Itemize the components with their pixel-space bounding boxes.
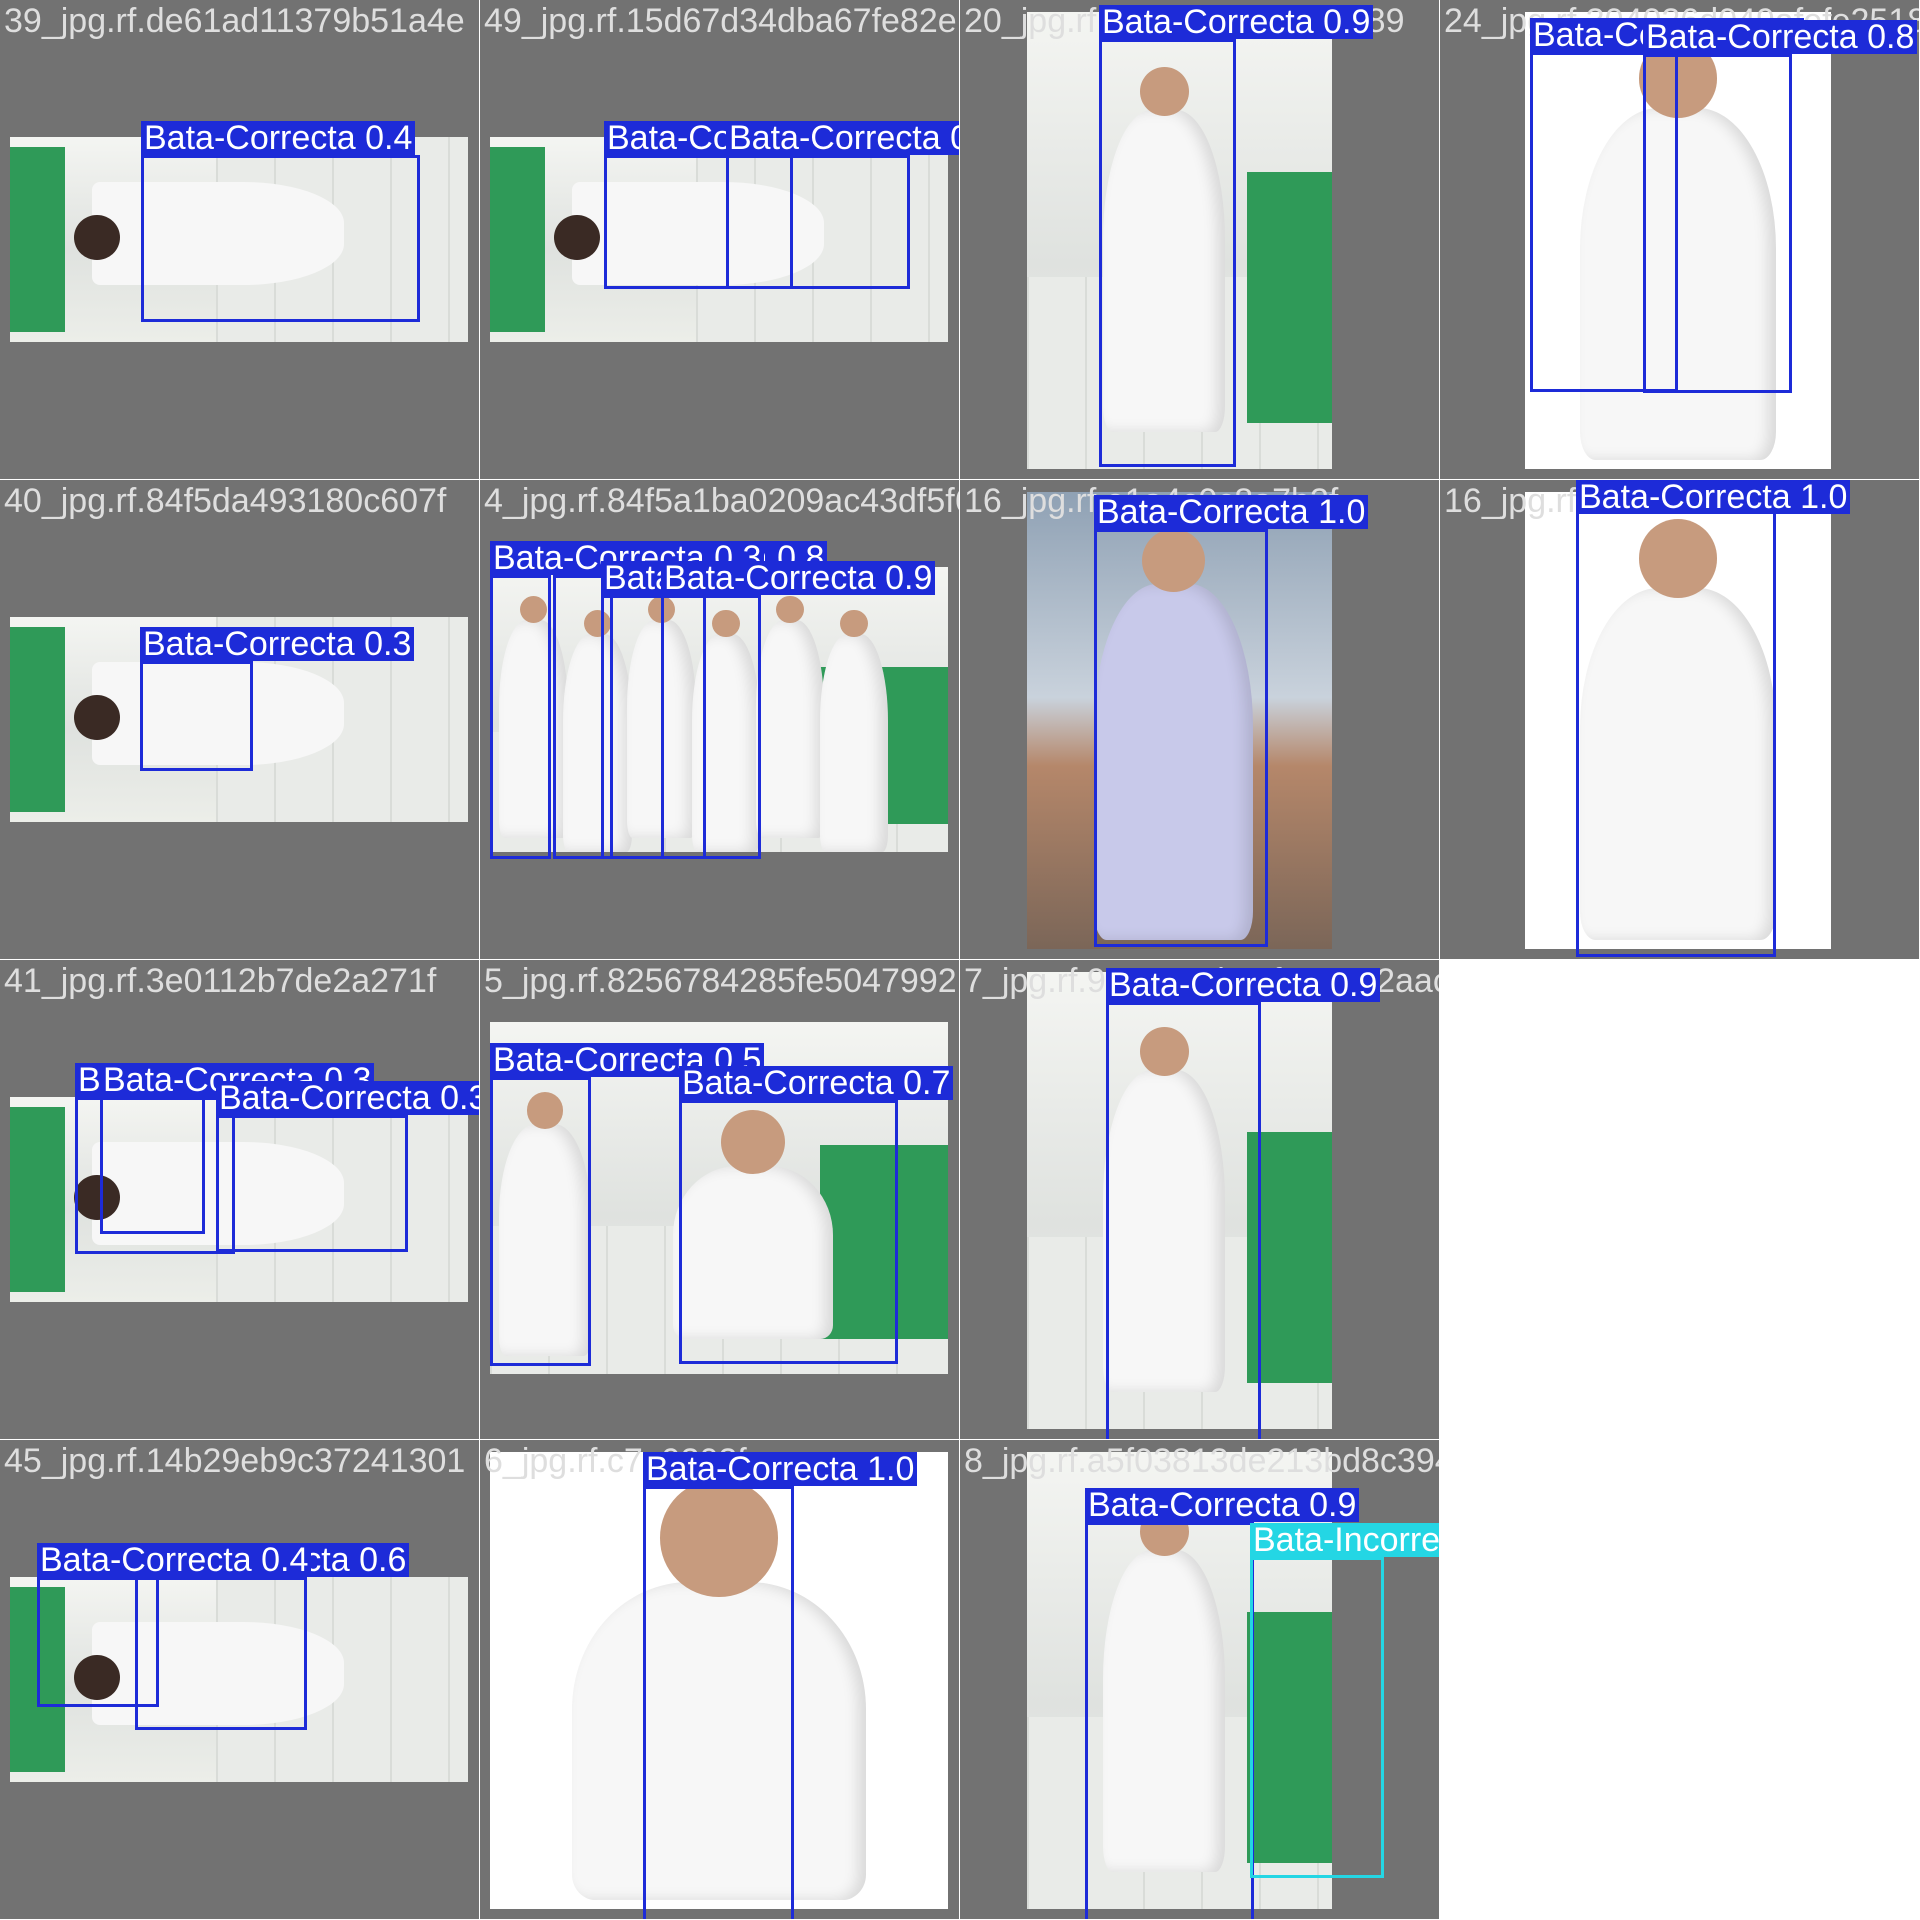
detection-box [1085, 1522, 1254, 1919]
detection-label: Bata-Correcta 1.0 [643, 1452, 918, 1486]
lab-bench [10, 147, 65, 332]
mosaic-tile: 4_jpg.rf.84f5a1ba0209ac43df5f6 Bata-Corre… [480, 480, 959, 959]
detection-label: Bata-Correcta 1.0 [1576, 480, 1851, 514]
lab-bench [10, 1107, 65, 1292]
detection-box [141, 155, 420, 322]
detection-box [490, 575, 551, 859]
lab-bench [490, 147, 545, 332]
detection-box [490, 1077, 591, 1366]
detection-label: Bata-Correcta 0.9 [661, 561, 936, 595]
mosaic-tile: 16_jpg.rf.1d17d61a26e0b0Bata-Correcta 1.… [1440, 480, 1919, 959]
mosaic-tile: 16_jpg.rf.e1a4c0c8a7b3fBata-Correcta 1.0 [960, 480, 1439, 959]
tile-filename: 49_jpg.rf.15d67d34dba67fe82e [484, 2, 957, 40]
detection-box [1576, 500, 1776, 957]
lab-bench [10, 627, 65, 812]
tile-filename: 5_jpg.rf.8256784285fe5047992 [484, 962, 957, 1000]
detection-box [1094, 529, 1268, 947]
mosaic-tile: 39_jpg.rf.de61ad11379b51a4e Bata-Correcta… [0, 0, 479, 479]
head [74, 214, 120, 260]
detection-box [37, 1577, 159, 1707]
head [74, 694, 120, 740]
detection-box [216, 1115, 408, 1252]
detection-label: Bata-Correcta 0.8 [1643, 20, 1918, 54]
detection-label: Bata-Incorrecta 0.4 [1250, 1523, 1439, 1557]
head [776, 595, 804, 623]
tile-filename: 4_jpg.rf.84f5a1ba0209ac43df5f6 [484, 482, 959, 520]
mosaic-tile: 6_jpg.rf.c7e9202f Bata-Correcta 1.0 [480, 1440, 959, 1919]
detection-box [1106, 1002, 1261, 1439]
detection-box [1643, 54, 1792, 393]
mosaic-tile: 24_jpg.rf.304026d049afefe2518Bata-Correc… [1440, 0, 1919, 479]
mosaic-tile: 5_jpg.rf.8256784285fe5047992 Bata-Correct… [480, 960, 959, 1439]
tile-filename: 40_jpg.rf.84f5da493180c607f [4, 482, 447, 520]
detection-label: Bata-Correcta 0.4 [726, 121, 959, 155]
mosaic-tile: 41_jpg.rf.3e0112b7de2a271f Bata-Correcta … [0, 960, 479, 1439]
mosaic-tile: 45_jpg.rf.14b29eb9c37241301 Bata-Correcta… [0, 1440, 479, 1919]
detection-label: Bata-Correcta 0.7 [679, 1066, 954, 1100]
mosaic-tile: 40_jpg.rf.84f5da493180c607f Bata-Correcta… [0, 480, 479, 959]
tile-filename: 45_jpg.rf.14b29eb9c37241301 [4, 1442, 466, 1480]
detection-box [135, 1577, 307, 1730]
tile-filename: 8_jpg.rf.a5f03813de213bd8c394f59ae5bcfc [964, 1442, 1439, 1480]
head [554, 214, 600, 260]
lab-coat-figure [819, 633, 889, 852]
detection-label: Bata-Correcta 0.9 [1099, 5, 1374, 39]
detection-label: Bata-Correcta 0.4 [37, 1543, 312, 1577]
mosaic-tile: 7_jpg.rf.96c24e8b4cf140a02aacd02833fBata… [960, 960, 1439, 1439]
tile-filename: 39_jpg.rf.de61ad11379b51a4e [4, 2, 465, 40]
detection-box [679, 1100, 898, 1364]
detection-label: Bata-Correcta 0.3 [140, 627, 415, 661]
detection-label: Bata-Correcta 0.3 [216, 1081, 479, 1115]
detection-label: Bata-Correcta 0.4 [141, 121, 416, 155]
detection-box [643, 1486, 794, 1919]
detection-label: Bata-Correcta 1.0 [1094, 495, 1369, 529]
detection-mosaic: 39_jpg.rf.de61ad11379b51a4e Bata-Correcta… [0, 0, 1920, 1920]
detection-box [726, 155, 910, 289]
detection-box [1250, 1557, 1384, 1878]
detection-box [140, 661, 253, 771]
head [840, 609, 868, 638]
mosaic-tile: 20_jpg.rf.a1c2c6e0e9b1a989Bata-Correcta … [960, 0, 1439, 479]
tile-filename: 41_jpg.rf.3e0112b7de2a271f [4, 962, 437, 1000]
mosaic-tile: 49_jpg.rf.15d67d34dba67fe82e Bata-Correct… [480, 0, 959, 479]
lab-bench [1246, 171, 1332, 424]
detection-label: Bata-Correcta 0.9 [1106, 968, 1381, 1002]
detection-label: Bata-Correcta 0.9 [1085, 1488, 1360, 1522]
detection-box [100, 1097, 205, 1234]
lab-coat-figure [755, 619, 825, 838]
detection-box [661, 595, 761, 859]
detection-box [1099, 39, 1236, 467]
mosaic-tile: 8_jpg.rf.a5f03813de213bd8c394f59ae5bcfc B… [960, 1440, 1439, 1919]
